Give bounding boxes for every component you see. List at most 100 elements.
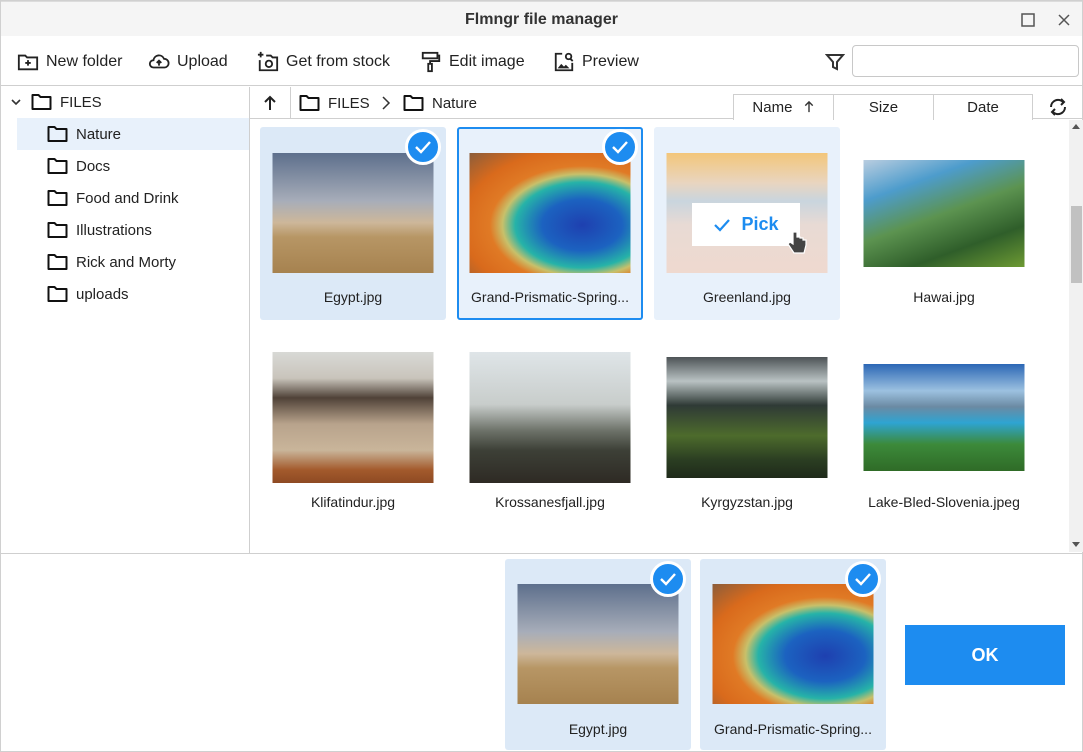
chevron-right-icon	[382, 96, 391, 110]
refresh-icon[interactable]	[1047, 97, 1069, 117]
file-name: Klifatindur.jpg	[310, 494, 396, 510]
folder-icon	[47, 190, 68, 206]
pick-label: Pick	[741, 214, 779, 234]
get-from-stock-button[interactable]: Get from stock	[257, 49, 390, 75]
preview-label: Preview	[582, 53, 639, 70]
preview-button[interactable]: Preview	[553, 49, 639, 75]
sidebar-item-label: Rick and Morty	[76, 254, 177, 271]
file-thumbnail	[469, 352, 631, 483]
folder-icon	[31, 94, 52, 110]
file-card-hawai[interactable]: Hawai.jpg	[851, 127, 1037, 320]
tree-root-label: FILES	[60, 94, 102, 111]
window-title: Flmngr file manager	[465, 11, 618, 28]
sidebar-item-illustrations[interactable]: Illustrations	[17, 214, 249, 246]
file-grid-scrollbar[interactable]	[1069, 120, 1083, 552]
title-bar: Flmngr file manager	[1, 1, 1082, 36]
file-card-kyrgyzstan[interactable]: Kyrgyzstan.jpg	[654, 331, 840, 524]
ok-button[interactable]: OK	[905, 625, 1065, 685]
file-thumbnail	[272, 352, 434, 483]
file-thumbnail	[517, 584, 679, 704]
sidebar-item-uploads[interactable]: uploads	[17, 278, 249, 310]
upload-button[interactable]: Upload	[148, 49, 228, 75]
sort-tab-size[interactable]: Size	[833, 94, 934, 120]
file-card-grand-prismatic-spring[interactable]: Grand-Prismatic-Spring...	[457, 127, 643, 320]
check-icon	[714, 218, 731, 232]
sort-tab-label: Name	[752, 99, 793, 116]
file-card-lake-bled-slovenia[interactable]: Lake-Bled-Slovenia.jpeg	[851, 331, 1037, 524]
file-manager-window: Flmngr file manager New folder Upload Ge…	[0, 0, 1083, 752]
folder-plus-icon	[17, 54, 39, 71]
file-name: Kyrgyzstan.jpg	[701, 494, 793, 510]
paint-roller-icon	[421, 51, 441, 73]
breadcrumb-item-files[interactable]: FILES	[299, 94, 370, 112]
sidebar-item-label: uploads	[76, 286, 129, 303]
go-up-button[interactable]	[250, 87, 291, 118]
maximize-icon[interactable]	[1019, 11, 1037, 29]
sidebar-item-docs[interactable]: Docs	[17, 150, 249, 182]
scroll-up-arrow-icon[interactable]	[1072, 124, 1080, 129]
file-thumbnail	[666, 357, 828, 478]
sort-tab-label: Date	[967, 99, 999, 116]
file-card-greenland[interactable]: Pick Greenland.jpg	[654, 127, 840, 320]
selected-check-icon[interactable]	[650, 561, 686, 597]
folder-icon	[299, 95, 320, 111]
file-name: Egypt.jpg	[323, 289, 383, 305]
file-card-krossanesfjall[interactable]: Krossanesfjall.jpg	[457, 331, 643, 524]
close-icon[interactable]	[1055, 11, 1073, 29]
file-name: Grand-Prismatic-Spring...	[471, 289, 629, 305]
file-name: Krossanesfjall.jpg	[495, 494, 605, 510]
sidebar-item-label: Nature	[76, 126, 122, 143]
get-from-stock-label: Get from stock	[286, 53, 391, 70]
hand-cursor-icon	[787, 231, 807, 254]
scroll-down-arrow-icon[interactable]	[1072, 542, 1080, 547]
camera-plus-icon	[257, 51, 279, 72]
selected-check-icon[interactable]	[602, 129, 638, 165]
file-thumbnail	[469, 153, 631, 273]
file-thumbnail	[712, 584, 874, 704]
sort-tab-date[interactable]: Date	[933, 94, 1033, 120]
folder-icon	[47, 126, 68, 142]
file-name: Lake-Bled-Slovenia.jpeg	[868, 494, 1020, 510]
folder-icon	[47, 158, 68, 174]
file-card-egypt[interactable]: Egypt.jpg	[260, 127, 446, 320]
file-name: Egypt.jpg	[568, 721, 628, 737]
folder-icon	[47, 222, 68, 238]
file-name: Hawai.jpg	[913, 289, 975, 305]
upload-label: Upload	[177, 53, 228, 70]
sort-tab-name[interactable]: Name	[733, 94, 834, 120]
image-search-icon	[554, 52, 574, 72]
new-folder-button[interactable]: New folder	[17, 49, 122, 75]
breadcrumb-item-nature[interactable]: Nature	[403, 94, 477, 112]
sidebar-item-label: Food and Drink	[76, 190, 179, 207]
picked-card-egypt[interactable]: Egypt.jpg	[505, 559, 691, 750]
picked-card-grand-prismatic-spring[interactable]: Grand-Prismatic-Spring...	[700, 559, 886, 750]
toolbar: New folder Upload Get from stock Edit im…	[1, 36, 1082, 86]
sidebar-item-label: Illustrations	[76, 222, 152, 239]
chevron-down-icon[interactable]	[9, 95, 23, 109]
new-folder-label: New folder	[46, 53, 123, 70]
filter-icon[interactable]	[825, 52, 845, 72]
tree-root-files[interactable]: FILES	[1, 87, 249, 117]
file-grid: Egypt.jpg Grand-Prismatic-Spring... Pick…	[251, 120, 1069, 552]
selected-check-icon[interactable]	[405, 129, 441, 165]
file-card-klifatindur[interactable]: Klifatindur.jpg	[260, 331, 446, 524]
search-input[interactable]	[852, 45, 1079, 77]
file-name: Grand-Prismatic-Spring...	[714, 721, 872, 737]
folder-icon	[403, 95, 424, 111]
edit-image-button[interactable]: Edit image	[420, 49, 525, 75]
breadcrumb-label: FILES	[328, 94, 370, 112]
sidebar-item-label: Docs	[76, 158, 111, 175]
scrollbar-thumb[interactable]	[1071, 206, 1082, 283]
file-thumbnail	[863, 364, 1025, 471]
sidebar-item-nature[interactable]: Nature	[17, 118, 249, 150]
file-thumbnail	[272, 153, 434, 273]
file-thumbnail	[863, 160, 1025, 267]
sidebar-item-food-and-drink[interactable]: Food and Drink	[17, 182, 249, 214]
selected-check-icon[interactable]	[845, 561, 881, 597]
arrow-up-icon	[264, 95, 276, 110]
edit-image-label: Edit image	[449, 53, 525, 70]
folder-icon	[47, 286, 68, 302]
pick-button[interactable]: Pick	[692, 203, 800, 246]
file-name: Greenland.jpg	[703, 289, 791, 305]
sidebar-item-rick-and-morty[interactable]: Rick and Morty	[17, 246, 249, 278]
